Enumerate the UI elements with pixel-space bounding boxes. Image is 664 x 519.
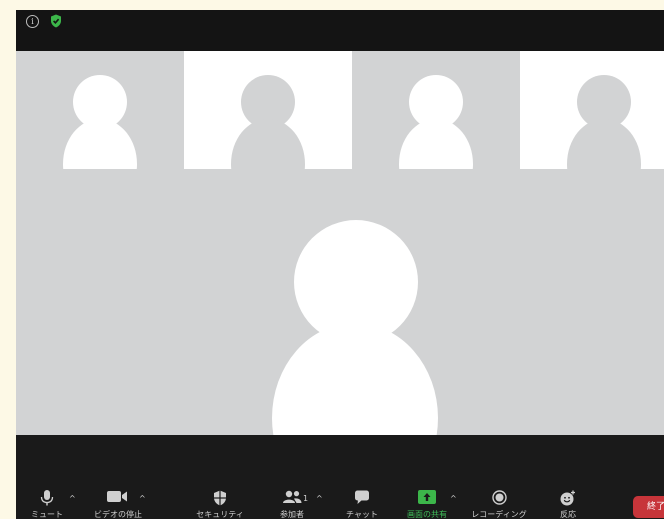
- video-camera-icon: [107, 491, 127, 502]
- share-screen-button[interactable]: 画面の共有: [402, 482, 452, 519]
- security-label: セキュリティ: [196, 510, 244, 519]
- chat-label: チャット: [346, 510, 378, 519]
- participant-tile-3[interactable]: [352, 51, 520, 169]
- share-screen-icon: [418, 490, 436, 504]
- audio-options-caret-icon[interactable]: ^: [69, 494, 76, 503]
- meeting-toolbar: ミュート ^ ビデオの停止 ^ セキュリティ 参加者 1 ^ チャット 画面の共…: [16, 482, 664, 519]
- record-icon: [491, 490, 507, 505]
- top-bar: i: [16, 10, 664, 51]
- end-meeting-button[interactable]: 終了: [633, 496, 664, 518]
- gallery-thumbnails: [16, 51, 664, 169]
- security-button[interactable]: セキュリティ: [192, 482, 248, 519]
- mute-button[interactable]: ミュート: [22, 482, 72, 519]
- reactions-label: 反応: [560, 510, 576, 519]
- participant-tile-1[interactable]: [16, 51, 184, 169]
- smiley-plus-icon: [560, 490, 575, 506]
- avatar-body: [567, 119, 641, 169]
- chat-button[interactable]: チャット: [340, 482, 384, 519]
- stop-video-label: ビデオの停止: [94, 510, 142, 519]
- record-button[interactable]: レコーディング: [466, 482, 532, 519]
- participants-icon: [283, 490, 302, 503]
- meeting-window: i ミュート ^ ビデオの停止 ^ セキュリティ 参加者 1 ^ チャット 画面…: [16, 10, 664, 519]
- avatar-body: [63, 119, 137, 169]
- participant-tile-2[interactable]: [184, 51, 352, 169]
- security-shield-icon: [214, 490, 226, 506]
- participant-tile-4[interactable]: [520, 51, 664, 169]
- chat-bubble-icon: [355, 490, 369, 504]
- avatar-body: [231, 119, 305, 169]
- share-screen-label: 画面の共有: [407, 510, 447, 519]
- participants-label: 参加者: [280, 510, 304, 519]
- share-options-caret-icon[interactable]: ^: [450, 494, 457, 503]
- info-icon[interactable]: i: [26, 15, 39, 28]
- avatar-body: [399, 119, 473, 169]
- participants-count: 1: [303, 494, 309, 503]
- reactions-button[interactable]: 反応: [550, 482, 586, 519]
- mute-label: ミュート: [31, 510, 63, 519]
- microphone-icon: [40, 490, 54, 506]
- active-speaker-video[interactable]: [16, 169, 664, 435]
- encryption-shield-icon[interactable]: [50, 14, 62, 28]
- video-options-caret-icon[interactable]: ^: [139, 494, 146, 503]
- record-label: レコーディング: [471, 510, 527, 519]
- speaker-avatar-body: [272, 323, 438, 435]
- participants-options-caret-icon[interactable]: ^: [316, 494, 323, 503]
